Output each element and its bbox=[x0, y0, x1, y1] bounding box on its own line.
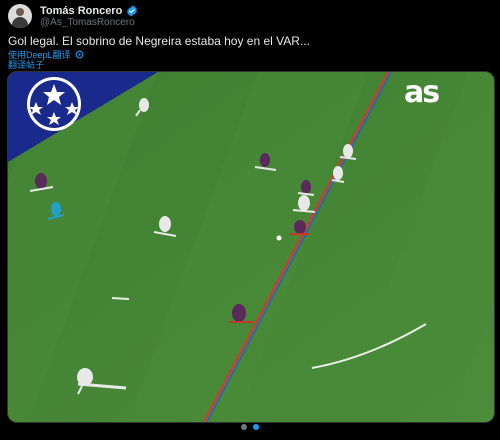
translate-post-link[interactable]: 翻译帖子 bbox=[8, 58, 44, 71]
author-handle[interactable]: @As_TomasRoncero bbox=[40, 17, 135, 28]
ball bbox=[276, 235, 282, 241]
avatar-body bbox=[12, 17, 28, 28]
tweet-text: Gol legal. El sobrino de Negreira estaba… bbox=[8, 34, 310, 48]
author-name-row[interactable]: Tomás Roncero bbox=[40, 4, 138, 18]
video-media[interactable]: as bbox=[7, 71, 495, 423]
as-brand-logo: as bbox=[404, 75, 440, 110]
carousel-indicator[interactable] bbox=[0, 424, 500, 434]
author-name[interactable]: Tomás Roncero bbox=[40, 5, 122, 17]
pitch-marking bbox=[111, 297, 130, 300]
football-pitch-image bbox=[8, 72, 494, 422]
tweet-header: Tomás Roncero @As_TomasRoncero bbox=[8, 4, 492, 30]
avatar-head bbox=[16, 8, 24, 16]
carousel-dot[interactable] bbox=[241, 424, 247, 430]
ucl-starball-logo bbox=[27, 77, 81, 131]
verified-badge-icon bbox=[127, 5, 138, 17]
gear-icon[interactable] bbox=[75, 50, 84, 59]
avatar[interactable] bbox=[8, 4, 32, 28]
carousel-dot-active[interactable] bbox=[253, 424, 259, 430]
